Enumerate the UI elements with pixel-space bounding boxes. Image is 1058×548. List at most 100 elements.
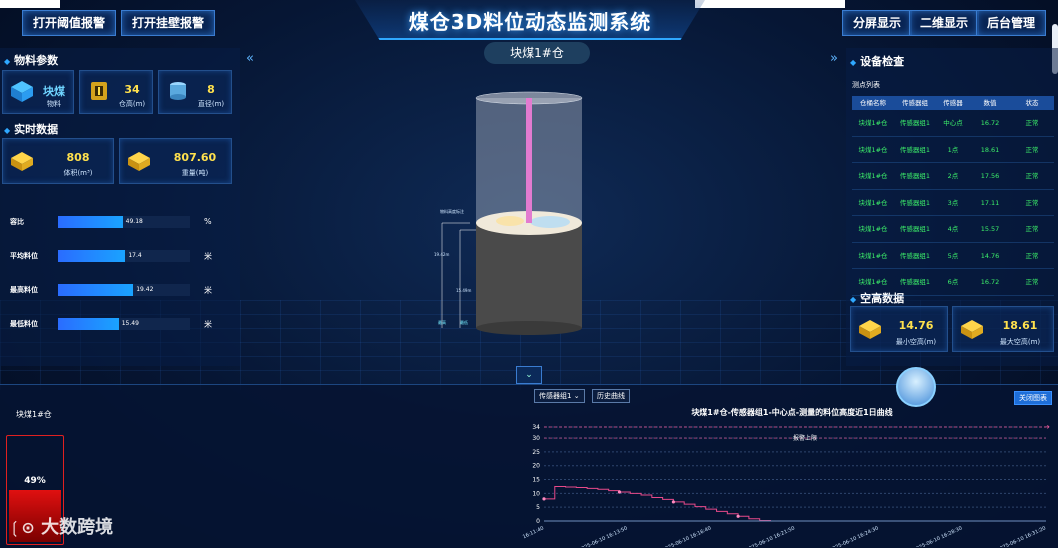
browser-tab-strip: [0, 0, 60, 8]
table-cell: 中心点: [943, 119, 963, 127]
table-cell: 传感器组1: [899, 145, 931, 154]
max-empty-card: 18.61 最大空高(m): [952, 306, 1054, 352]
split-screen-button[interactable]: 分屏显示: [842, 10, 913, 36]
table-row[interactable]: 块煤1#仓 传感器组1 1点 18.61 正常: [852, 137, 1054, 163]
table-cell: 1点: [947, 145, 959, 154]
material-card: 块煤 物料: [2, 70, 74, 114]
water-level-orb: [896, 367, 936, 407]
x-tick-label: 2025-06-10 16:16:40: [662, 525, 713, 547]
material-section-title: 物料参数: [4, 52, 58, 68]
table-cell: 5点: [947, 251, 959, 260]
table-cell: 块煤1#仓: [858, 278, 888, 286]
bar-label: 最高料位: [10, 286, 38, 294]
silo-lower-shell: [476, 223, 582, 328]
y-tick-label: 20: [532, 463, 540, 470]
table-cell: 正常: [1025, 251, 1039, 260]
bar-unit: %: [204, 217, 212, 226]
bar-label: 最低料位: [10, 320, 38, 328]
table-cell: 15.57: [980, 225, 1000, 233]
collapse-right-icon[interactable]: »: [826, 51, 842, 67]
table-cell: 块煤1#仓: [858, 198, 888, 207]
table-header: 仓桶名称 传感器组 传感器 数值 状态: [852, 96, 1054, 110]
reference-label: 报警上限: [793, 434, 817, 442]
bar-track: [58, 216, 190, 228]
bar-track: [58, 250, 190, 262]
min-level-row: 最低料位 15.49 米: [10, 318, 230, 332]
expand-bottom-icon[interactable]: ⌄: [516, 366, 542, 384]
diameter-icon: [170, 82, 186, 100]
table-cell: 2点: [947, 172, 959, 180]
table-cell: 3点: [947, 198, 959, 207]
material-label: 物料: [47, 100, 61, 108]
diameter-label: 直径(m): [197, 100, 225, 108]
threshold-alarm-button[interactable]: 打开阈值报警: [22, 10, 117, 36]
column-header: 仓桶名称: [860, 99, 886, 107]
table-cell: 17.56: [980, 172, 1000, 180]
level-history-chart[interactable]: 0 5 10 15 20 25 30 34 ➔ 报警上限 16:11:40 2025-06-10 16…: [520, 421, 1056, 547]
y-tick-label: 25: [532, 449, 540, 456]
fill-percent: 49%: [24, 476, 46, 486]
volume-card: 808 体积(m³): [2, 138, 114, 184]
volume-label: 体积(m³): [63, 169, 93, 177]
bottom-silo-label: 块煤1#仓: [16, 410, 52, 419]
y-tick-label: 5: [536, 504, 540, 511]
table-row[interactable]: 块煤1#仓 传感器组1 中心点 16.72 正常: [852, 110, 1054, 137]
annotation-max: 19.42m: [434, 252, 449, 257]
column-header: 传感器: [943, 99, 963, 107]
table-body: 块煤1#仓 传感器组1 中心点 16.72 正常 块煤1#仓 传感器组1 1点 18.61 正常块…: [852, 110, 1054, 296]
annotation-bottom: 最低: [460, 319, 468, 325]
max-empty-label: 最大空高(m): [999, 338, 1041, 346]
data-point: [671, 500, 676, 504]
table-cell: 6点: [947, 278, 959, 286]
silo-3d-view[interactable]: 物料高度标注 19.42m 15.49m 最高 最低: [430, 88, 610, 338]
table-row[interactable]: 块煤1#仓 传感器组1 2点 17.56 正常: [852, 163, 1054, 190]
table-cell: 14.76: [980, 251, 1000, 260]
watermark-text: 大数跨境: [41, 517, 114, 538]
column-header: 传感器组: [902, 99, 928, 107]
data-point: [736, 514, 740, 518]
chart-title: 块煤1#仓-传感器组1-中心点-测量的料位高度近1日曲线: [691, 408, 893, 417]
bar-label: 容比: [10, 218, 24, 226]
table-cell: 块煤1#仓: [858, 225, 888, 233]
close-chart-button[interactable]: 关闭图表: [1014, 391, 1052, 405]
x-tick-label: 2025-06-10 16:28:30: [913, 525, 964, 547]
weight-label: 重量(吨): [181, 169, 209, 177]
bar-value: 17.4: [128, 252, 142, 259]
cube-icon: [11, 81, 33, 102]
wall-alarm-button[interactable]: 打开挂壁报警: [121, 10, 216, 36]
x-tick-label: 2025-06-10 16:24:30: [829, 525, 880, 547]
avg-level-row: 平均料位 17.4 米: [10, 250, 230, 264]
column-header: 状态: [1025, 99, 1039, 107]
2d-view-button[interactable]: 二维显示: [909, 10, 980, 36]
x-tick-label: 2025-06-10 16:21:50: [745, 525, 796, 547]
table-cell: 17.11: [980, 198, 1000, 207]
y-tick-label: 10: [532, 490, 540, 497]
min-empty-value: 14.76: [898, 319, 934, 332]
bar-value: 19.42: [136, 286, 154, 293]
admin-button[interactable]: 后台管理: [976, 10, 1047, 36]
table-row[interactable]: 块煤1#仓 传感器组1 4点 15.57 正常: [852, 216, 1054, 243]
volume-value: 808: [66, 151, 90, 164]
table-cell: 传感器组1: [899, 119, 931, 127]
reference-arrow-icon: ➔: [1044, 423, 1050, 431]
silo-name-tag[interactable]: 块煤1#仓: [484, 42, 590, 64]
history-curve-button[interactable]: 历史曲线: [592, 389, 630, 403]
x-tick-label: 2025-06-10 16:13:50: [578, 525, 629, 547]
table-cell: 块煤1#仓: [858, 119, 888, 127]
silo-bottom: [476, 321, 582, 335]
bar-unit: 米: [204, 252, 212, 261]
y-tick-label: 34: [532, 424, 540, 431]
max-level-row: 最高料位 19.42 米: [10, 284, 230, 298]
table-row[interactable]: 块煤1#仓 传感器组1 5点 14.76 正常: [852, 243, 1054, 269]
browser-tab-strip-right: [695, 0, 845, 8]
table-row[interactable]: 块煤1#仓 传感器组1 6点 16.72 正常: [852, 269, 1054, 296]
collapse-left-icon[interactable]: «: [242, 51, 258, 67]
max-empty-value: 18.61: [1002, 319, 1038, 332]
height-card: 34 仓高(m): [79, 70, 153, 114]
table-cell: 块煤1#仓: [858, 145, 888, 154]
annotation-min: 15.49m: [456, 288, 471, 293]
bar-label: 平均料位: [10, 252, 38, 260]
watermark-logo-icon: ❲⊙: [8, 518, 35, 537]
sensor-group-select[interactable]: 传感器组1 ⌄: [534, 389, 585, 403]
table-row[interactable]: 块煤1#仓 传感器组1 3点 17.11 正常: [852, 190, 1054, 216]
